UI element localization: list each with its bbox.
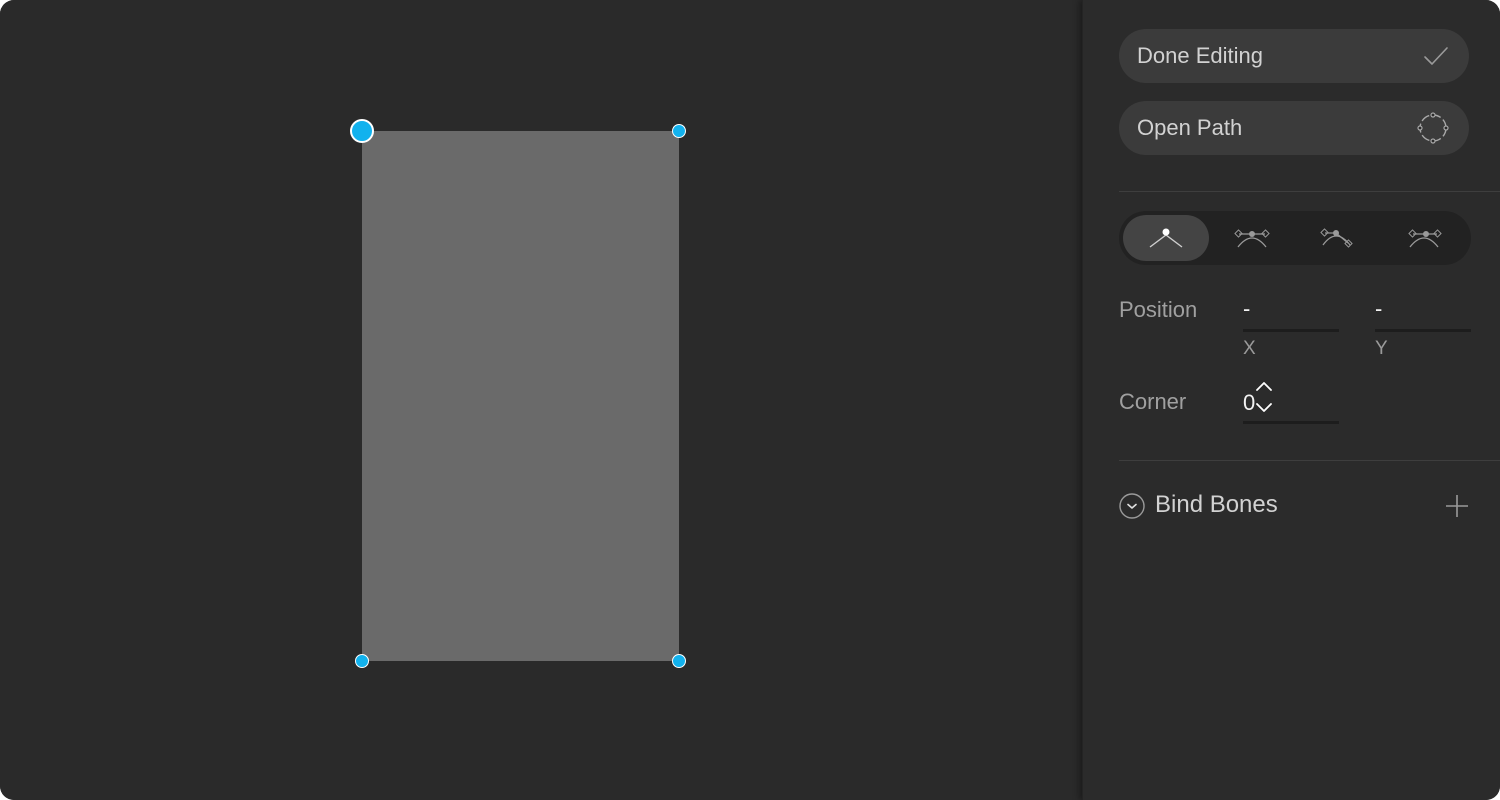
straight-vertex-icon [1149,228,1183,248]
detached-vertex-mode-button[interactable] [1295,215,1381,261]
mirrored-vertex-icon [1234,229,1270,248]
position-x-field[interactable]: - [1243,292,1339,332]
open-path-button[interactable]: Open Path [1119,101,1469,155]
asymmetric-vertex-icon [1408,229,1442,248]
vertex-handle-top-left[interactable] [350,119,374,143]
bind-bones-title: Bind Bones [1155,491,1278,518]
corner-radius-value: 0 [1243,390,1256,415]
plus-icon[interactable] [1443,492,1471,520]
position-label: Position [1119,297,1198,322]
done-editing-label: Done Editing [1137,43,1263,68]
chevron-down-icon[interactable] [1119,493,1145,519]
straight-vertex-mode-button[interactable] [1123,215,1209,261]
done-editing-button[interactable]: Done Editing [1119,29,1469,83]
app-window: Done Editing Open Path Position - - X Y … [0,0,1500,800]
open-path-label: Open Path [1137,115,1243,140]
corner-radius-field[interactable]: 0 [1243,382,1339,424]
design-canvas[interactable] [0,0,1082,800]
section-divider [1119,191,1500,192]
corner-stepper-icon[interactable] [1255,380,1273,414]
position-y-value: - [1375,296,1383,321]
rectangle-shape[interactable] [362,131,679,661]
vertex-handle-bottom-left[interactable] [355,654,369,668]
position-y-field[interactable]: - [1375,292,1471,332]
mirrored-vertex-mode-button[interactable] [1209,215,1295,261]
open-path-icon [1417,112,1449,144]
inspector-panel: Done Editing Open Path Position - - X Y … [1082,0,1500,800]
position-x-value: - [1243,296,1251,321]
vertex-handle-bottom-right[interactable] [672,654,686,668]
vertex-handle-top-right[interactable] [672,124,686,138]
asymmetric-vertex-mode-button[interactable] [1381,215,1467,261]
vertex-mode-selector [1119,211,1471,265]
detached-vertex-icon [1320,228,1353,248]
corner-label: Corner [1119,389,1187,414]
section-divider-2 [1119,460,1500,461]
position-x-axis-label: X [1243,338,1256,359]
checkmark-icon [1423,45,1449,67]
position-y-axis-label: Y [1375,338,1388,359]
